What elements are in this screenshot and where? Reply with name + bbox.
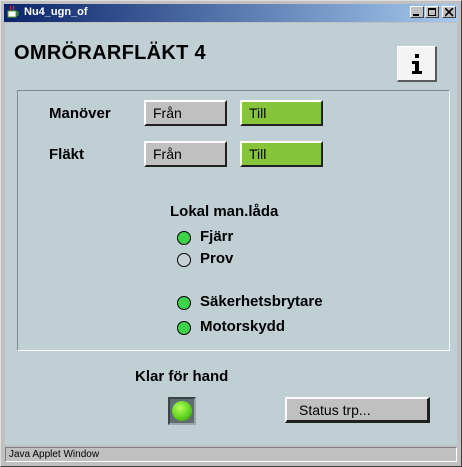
control-panel: Manöver Från Till Fläkt Från Till Lokal …: [17, 90, 450, 351]
minimize-button[interactable]: [410, 6, 424, 18]
close-icon: [445, 8, 454, 17]
maneuver-label: Manöver: [49, 105, 111, 122]
window-title: Nu4_ugn_of: [24, 6, 88, 18]
fan-on-button[interactable]: Till: [240, 141, 323, 167]
status-button[interactable]: Status trp...: [285, 397, 430, 423]
fan-label: Fläkt: [49, 146, 85, 163]
status-bar-text: Java Applet Window: [9, 449, 100, 460]
ready-lamp-icon: [172, 401, 192, 421]
remote-indicator-label: Fjärr: [200, 228, 234, 245]
motor-protection-indicator-icon: [177, 321, 191, 335]
test-indicator-icon: [177, 253, 191, 267]
maximize-button[interactable]: [425, 6, 439, 18]
page-title: OMRÖRARFLÄKT 4: [14, 42, 206, 64]
minimize-icon: [413, 14, 419, 16]
info-button[interactable]: [397, 46, 437, 82]
remote-indicator-icon: [177, 231, 191, 245]
maneuver-off-button[interactable]: Från: [144, 100, 227, 126]
local-box-title: Lokal man.låda: [170, 203, 279, 220]
motor-protection-label: Motorskydd: [200, 318, 286, 335]
applet-content: OMRÖRARFLÄKT 4 Manöver Från Till Fläkt F…: [5, 23, 457, 445]
java-icon: [7, 5, 19, 18]
safety-switch-indicator-icon: [177, 296, 191, 310]
info-icon: [412, 54, 422, 74]
maximize-icon: [428, 8, 436, 16]
close-button[interactable]: [442, 6, 456, 18]
fan-off-button[interactable]: Från: [144, 141, 227, 167]
title-bar[interactable]: Nu4_ugn_of: [4, 4, 458, 22]
test-indicator-label: Prov: [200, 250, 234, 267]
maneuver-on-button[interactable]: Till: [240, 100, 323, 126]
ready-lamp: [168, 397, 196, 425]
applet-window: Nu4_ugn_of OMRÖRARFLÄKT 4 Manöver Från T…: [0, 0, 462, 467]
safety-switch-label: Säkerhetsbrytare: [200, 293, 323, 310]
status-bar: Java Applet Window: [5, 447, 457, 462]
ready-label: Klar för hand: [135, 368, 229, 385]
